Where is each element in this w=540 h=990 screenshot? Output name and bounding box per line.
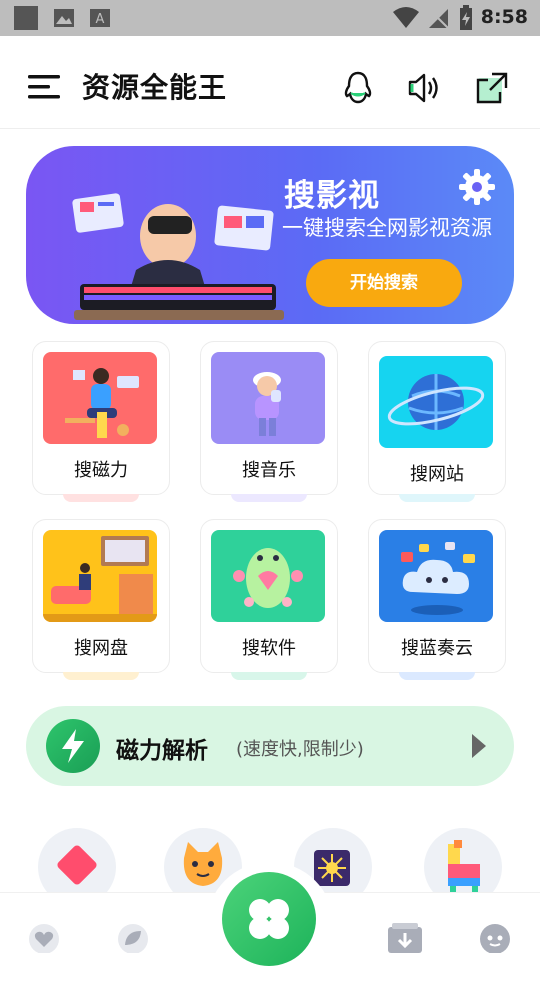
- download-box-tab-icon[interactable]: [386, 921, 424, 955]
- menu-icon[interactable]: [28, 74, 62, 100]
- search-video-banner[interactable]: 搜影视 一键搜索全网影视资源 开始搜索: [26, 146, 514, 324]
- cloud-drive-illustration-icon: [43, 530, 157, 622]
- card-shadow: [63, 494, 139, 502]
- image-icon: [54, 9, 74, 27]
- start-search-button[interactable]: 开始搜索: [306, 259, 462, 307]
- share-icon[interactable]: [474, 70, 510, 106]
- chevron-right-icon: [472, 734, 486, 758]
- wifi-icon: [393, 7, 419, 28]
- grid-item-label: 搜磁力: [74, 460, 128, 481]
- settings-gear-icon[interactable]: [458, 168, 496, 206]
- battery-icon: [460, 5, 472, 30]
- heart-tab-icon[interactable]: [27, 923, 61, 953]
- music-illustration-icon: [211, 352, 325, 444]
- card-shadow: [231, 494, 307, 502]
- grid-item-label: 搜软件: [242, 638, 296, 659]
- grid-item-software[interactable]: 搜软件: [200, 519, 338, 680]
- grid-item-cloud-drive[interactable]: 搜网盘: [32, 519, 170, 680]
- grid-item-lanzou-cloud[interactable]: 搜蓝奏云: [368, 519, 506, 680]
- banner-title: 搜影视: [284, 178, 380, 214]
- no-signal-icon: [428, 8, 449, 29]
- app-title: 资源全能王: [82, 71, 228, 104]
- grid-item-magnet[interactable]: 搜磁力: [32, 341, 170, 502]
- grid-item-label: 搜蓝奏云: [401, 638, 473, 659]
- text-a-icon: A: [90, 9, 110, 27]
- lanzou-cloud-illustration-icon: [379, 530, 493, 622]
- lightning-icon-badge: [46, 719, 100, 773]
- grid-item-label: 搜网站: [410, 464, 464, 485]
- card-shadow: [231, 672, 307, 680]
- card-shadow: [399, 672, 475, 680]
- magnet-parse-subtitle: (速度快,限制少): [236, 739, 364, 760]
- status-bar: A 8:58: [0, 0, 540, 36]
- card-shadow: [63, 672, 139, 680]
- card-shadow: [399, 494, 475, 502]
- svg-text:A: A: [96, 12, 105, 27]
- qq-penguin-icon[interactable]: [340, 70, 376, 106]
- banner-subtitle: 一键搜索全网影视资源: [282, 216, 492, 240]
- app-bar: 资源全能王: [0, 36, 540, 129]
- status-time: 8:58: [480, 6, 528, 28]
- lightning-icon: [62, 729, 84, 763]
- magnet-parse-title: 磁力解析: [116, 738, 208, 764]
- clover-icon: [249, 899, 289, 939]
- globe-illustration-icon: [379, 356, 493, 448]
- software-illustration-icon: [211, 530, 325, 622]
- magnet-illustration-icon: [43, 352, 157, 444]
- profile-tab-icon[interactable]: [478, 923, 512, 953]
- app-notification-icon: [14, 6, 38, 30]
- vr-person-illustration: [72, 193, 284, 320]
- grid-item-website[interactable]: 搜网站: [368, 341, 506, 502]
- grid-item-label: 搜网盘: [74, 638, 128, 659]
- leaf-tab-icon[interactable]: [116, 923, 150, 953]
- magnet-parse-bar[interactable]: 磁力解析 (速度快,限制少): [26, 706, 514, 786]
- speaker-icon[interactable]: [406, 70, 442, 106]
- grid-item-music[interactable]: 搜音乐: [200, 341, 338, 502]
- home-clover-button[interactable]: [222, 872, 316, 966]
- grid-item-label: 搜音乐: [242, 460, 296, 481]
